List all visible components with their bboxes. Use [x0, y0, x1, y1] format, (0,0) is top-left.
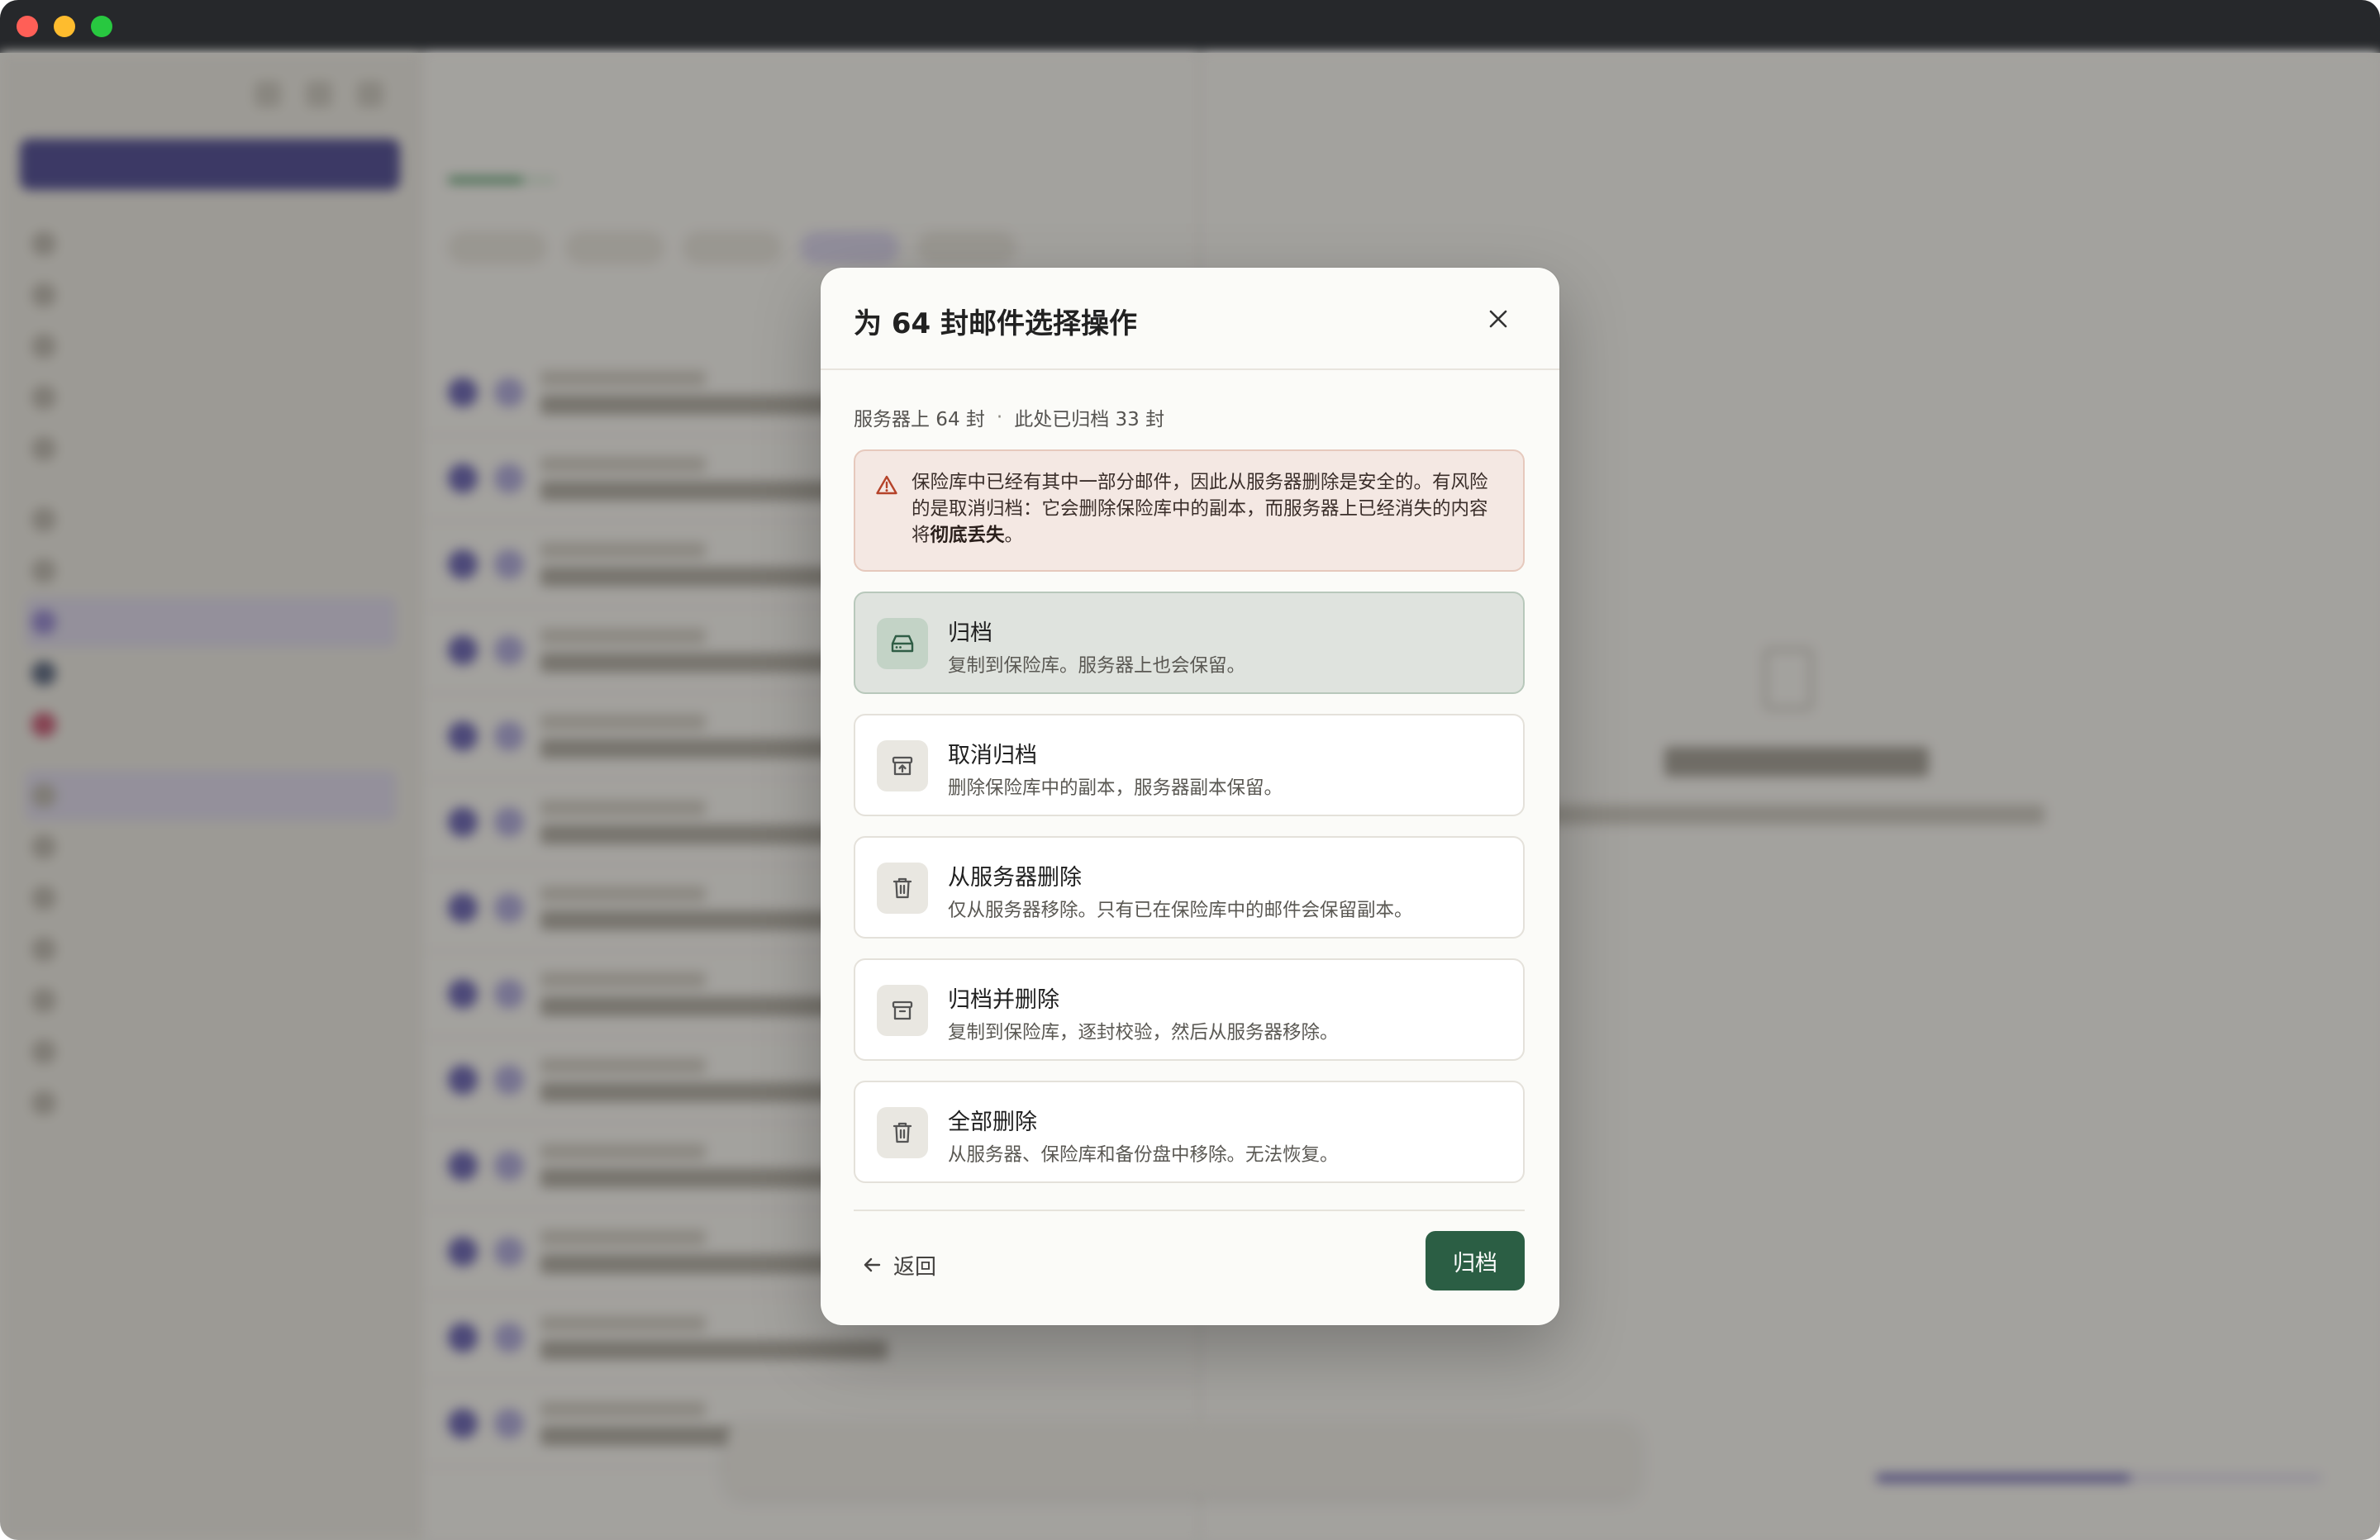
warning-banner: 保险库中已经有其中一部分邮件，因此从服务器删除是安全的。有风险的是取消归档：它会… [854, 449, 1525, 572]
back-label: 返回 [893, 1254, 937, 1280]
window-maximize-button[interactable] [91, 16, 112, 37]
archived-count: 此处已归档 33 封 [1014, 409, 1165, 430]
option-description: 复制到保险库，逐封校验，然后从服务器移除。 [948, 1022, 1339, 1043]
action-dialog: 为 64 封邮件选择操作 服务器上 64 封 · 此处已归档 33 封 保险库中… [821, 268, 1559, 1325]
trash-icon [877, 1107, 928, 1158]
option-title: 归档 [948, 620, 992, 646]
option-title: 从服务器删除 [948, 865, 1082, 891]
option-delete-all[interactable]: 全部删除 从服务器、保险库和备份盘中移除。无法恢复。 [854, 1081, 1525, 1183]
footer-divider [854, 1210, 1525, 1211]
option-description: 从服务器、保险库和备份盘中移除。无法恢复。 [948, 1144, 1339, 1166]
option-description: 复制到保险库。服务器上也会保留。 [948, 655, 1246, 677]
archive-box-icon [877, 985, 928, 1036]
trash-icon [877, 863, 928, 914]
server-count: 服务器上 64 封 [854, 409, 985, 430]
back-button[interactable]: 返回 [862, 1246, 936, 1284]
app-window: 为 64 封邮件选择操作 服务器上 64 封 · 此处已归档 33 封 保险库中… [0, 0, 2380, 1540]
warning-text: 保险库中已经有其中一部分邮件，因此从服务器删除是安全的。有风险的是取消归档：它会… [912, 472, 1488, 546]
dialog-header: 为 64 封邮件选择操作 [821, 268, 1559, 370]
arrow-left-icon [864, 1257, 881, 1272]
dialog-title: 为 64 封邮件选择操作 [854, 307, 1137, 340]
warning-triangle-icon [875, 474, 898, 499]
count-separator: · [996, 406, 1003, 428]
drive-icon [877, 618, 928, 669]
option-delete-from-server[interactable]: 从服务器删除 仅从服务器移除。只有已在保险库中的邮件会保留副本。 [854, 836, 1525, 939]
window-minimize-button[interactable] [54, 16, 75, 37]
option-archive[interactable]: 归档 复制到保险库。服务器上也会保留。 [854, 592, 1525, 694]
archive-confirm-button[interactable]: 归档 [1426, 1231, 1525, 1290]
unarchive-icon [877, 740, 928, 791]
close-button[interactable] [1478, 299, 1518, 339]
mail-counts: 服务器上 64 封 · 此处已归档 33 封 [854, 403, 1164, 431]
option-archive-and-delete[interactable]: 归档并删除 复制到保险库，逐封校验，然后从服务器移除。 [854, 958, 1525, 1061]
option-title: 归档并删除 [948, 987, 1059, 1013]
option-description: 仅从服务器移除。只有已在保险库中的邮件会保留副本。 [948, 900, 1413, 921]
option-unarchive[interactable]: 取消归档 删除保险库中的副本，服务器副本保留。 [854, 714, 1525, 816]
window-close-button[interactable] [17, 16, 38, 37]
option-description: 删除保险库中的副本，服务器副本保留。 [948, 777, 1283, 799]
option-title: 取消归档 [948, 743, 1037, 768]
close-icon [1489, 310, 1507, 328]
option-title: 全部删除 [948, 1110, 1037, 1135]
title-bar [0, 0, 2380, 53]
